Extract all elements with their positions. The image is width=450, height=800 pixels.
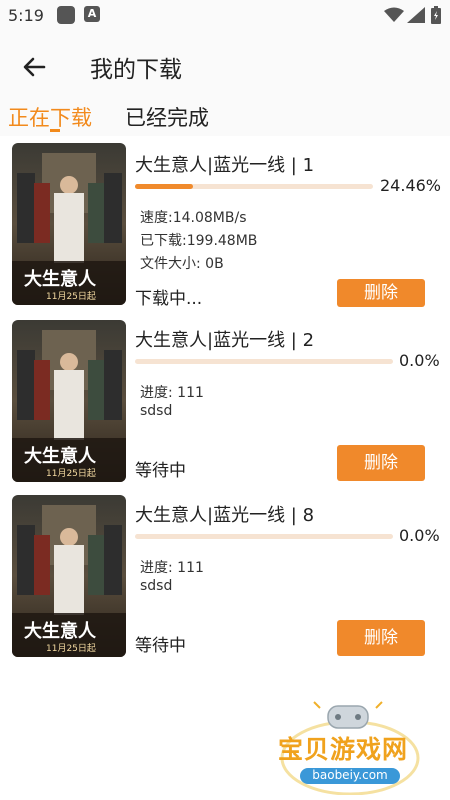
download-status: 下载中... — [135, 289, 203, 309]
progress-percent: 0.0% — [399, 526, 440, 545]
progress-bar — [135, 359, 393, 364]
progress-bar — [135, 534, 393, 539]
item-title: 大生意人|蓝光一线 | 8 — [135, 505, 315, 526]
download-status: 等待中 — [135, 461, 186, 481]
tab-downloading[interactable]: 正在下载 — [8, 102, 92, 132]
progress-percent: 24.46% — [380, 176, 442, 195]
download-item: 大生意人 11月25日起 大生意人|蓝光一线 | 2 0.0% 进度: 111 … — [0, 311, 450, 486]
poster-thumbnail[interactable]: 大生意人 11月25日起 — [12, 320, 126, 482]
tab-completed[interactable]: 已经完成 — [125, 102, 209, 132]
info-note: sdsd — [140, 403, 173, 419]
info-downloaded: 已下载:199.48MB — [140, 233, 258, 249]
tab-bar: 正在下载 已经完成 — [0, 100, 450, 136]
watermark-logo: 宝贝游戏网 baobeiy.com — [270, 700, 430, 796]
progress-fill — [135, 184, 194, 189]
item-title: 大生意人|蓝光一线 | 2 — [135, 330, 315, 351]
delete-button[interactable]: 删除 — [337, 279, 425, 307]
status-bar: 5:19 A — [0, 0, 450, 32]
progress-percent: 0.0% — [399, 351, 440, 370]
info-file-size: 文件大小: 0B — [140, 256, 224, 272]
wifi-icon — [384, 7, 404, 22]
download-item: 大生意人 11月25日起 大生意人|蓝光一线 | 8 0.0% 进度: 111 … — [0, 486, 450, 661]
back-button[interactable] — [18, 50, 52, 84]
download-status: 等待中 — [135, 636, 186, 656]
info-speed: 速度:14.08MB/s — [140, 210, 247, 226]
notification-icon — [57, 6, 75, 24]
poster-title-art: 大生意人 — [24, 621, 96, 642]
delete-button[interactable]: 删除 — [337, 445, 425, 481]
poster-thumbnail[interactable]: 大生意人 11月25日起 — [12, 143, 126, 305]
watermark-name: 宝贝游戏网 — [278, 735, 409, 764]
poster-title-art: 大生意人 — [24, 446, 96, 467]
poster-date: 11月25日起 — [46, 644, 96, 654]
info-note: sdsd — [140, 578, 173, 594]
delete-button[interactable]: 删除 — [337, 620, 425, 656]
info-progress: 进度: 111 — [140, 560, 204, 576]
download-list: 大生意人 11月25日起 大生意人|蓝光一线 | 1 24.46% 速度:14.… — [0, 136, 450, 661]
watermark-url: baobeiy.com — [312, 768, 388, 782]
progress-bar — [135, 184, 373, 189]
app-header: 我的下载 — [0, 32, 450, 100]
poster-thumbnail[interactable]: 大生意人 11月25日起 — [12, 495, 126, 657]
poster-title-art: 大生意人 — [24, 269, 96, 290]
tab-indicator — [50, 129, 60, 132]
page-title: 我的下载 — [90, 57, 182, 83]
signal-icon — [407, 7, 425, 23]
a-notification-icon: A — [84, 6, 100, 22]
download-item: 大生意人 11月25日起 大生意人|蓝光一线 | 1 24.46% 速度:14.… — [0, 136, 450, 311]
poster-date: 11月25日起 — [46, 469, 96, 479]
status-time: 5:19 — [8, 6, 44, 25]
item-title: 大生意人|蓝光一线 | 1 — [135, 155, 315, 176]
arrow-left-icon — [23, 57, 46, 77]
info-progress: 进度: 111 — [140, 385, 204, 401]
battery-icon — [431, 6, 441, 24]
poster-date: 11月25日起 — [46, 292, 96, 302]
